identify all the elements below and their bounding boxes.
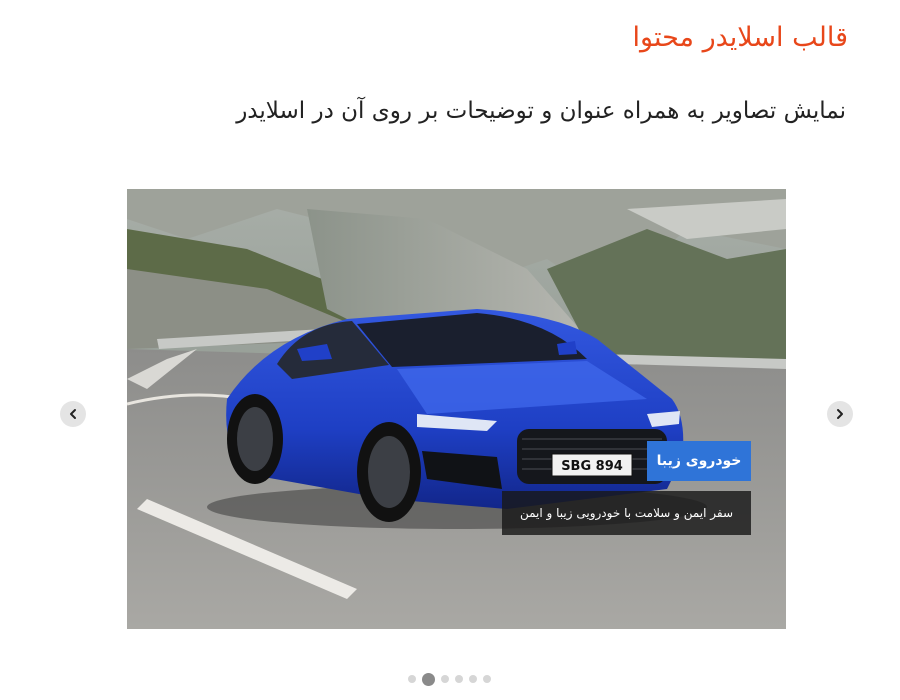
slider-prev-button[interactable] [60,401,86,427]
slide-caption-text: سفر ایمن و سلامت با خودرویی زیبا و ایمن [502,491,751,535]
pagination-dot[interactable] [483,675,491,683]
pagination-dot[interactable] [441,675,449,683]
pagination-dot[interactable] [408,675,416,683]
page-subtitle: نمایش تصاویر به همراه عنوان و توضیحات بر… [236,98,846,124]
slider-pagination [405,672,495,686]
page-title: قالب اسلایدر محتوا [632,22,849,53]
chevron-right-icon [837,409,843,419]
slide-image: SBG 894 [127,189,786,629]
content-slider[interactable]: SBG 894 خودروی زیبا سفر ایمن و سلامت با … [127,189,786,629]
pagination-dot[interactable] [422,673,435,686]
chevron-left-icon [70,409,76,419]
slider-next-button[interactable] [827,401,853,427]
pagination-dot[interactable] [455,675,463,683]
license-plate-text: SBG 894 [561,459,623,474]
slide-caption-title: خودروی زیبا [647,441,751,481]
pagination-dot[interactable] [469,675,477,683]
